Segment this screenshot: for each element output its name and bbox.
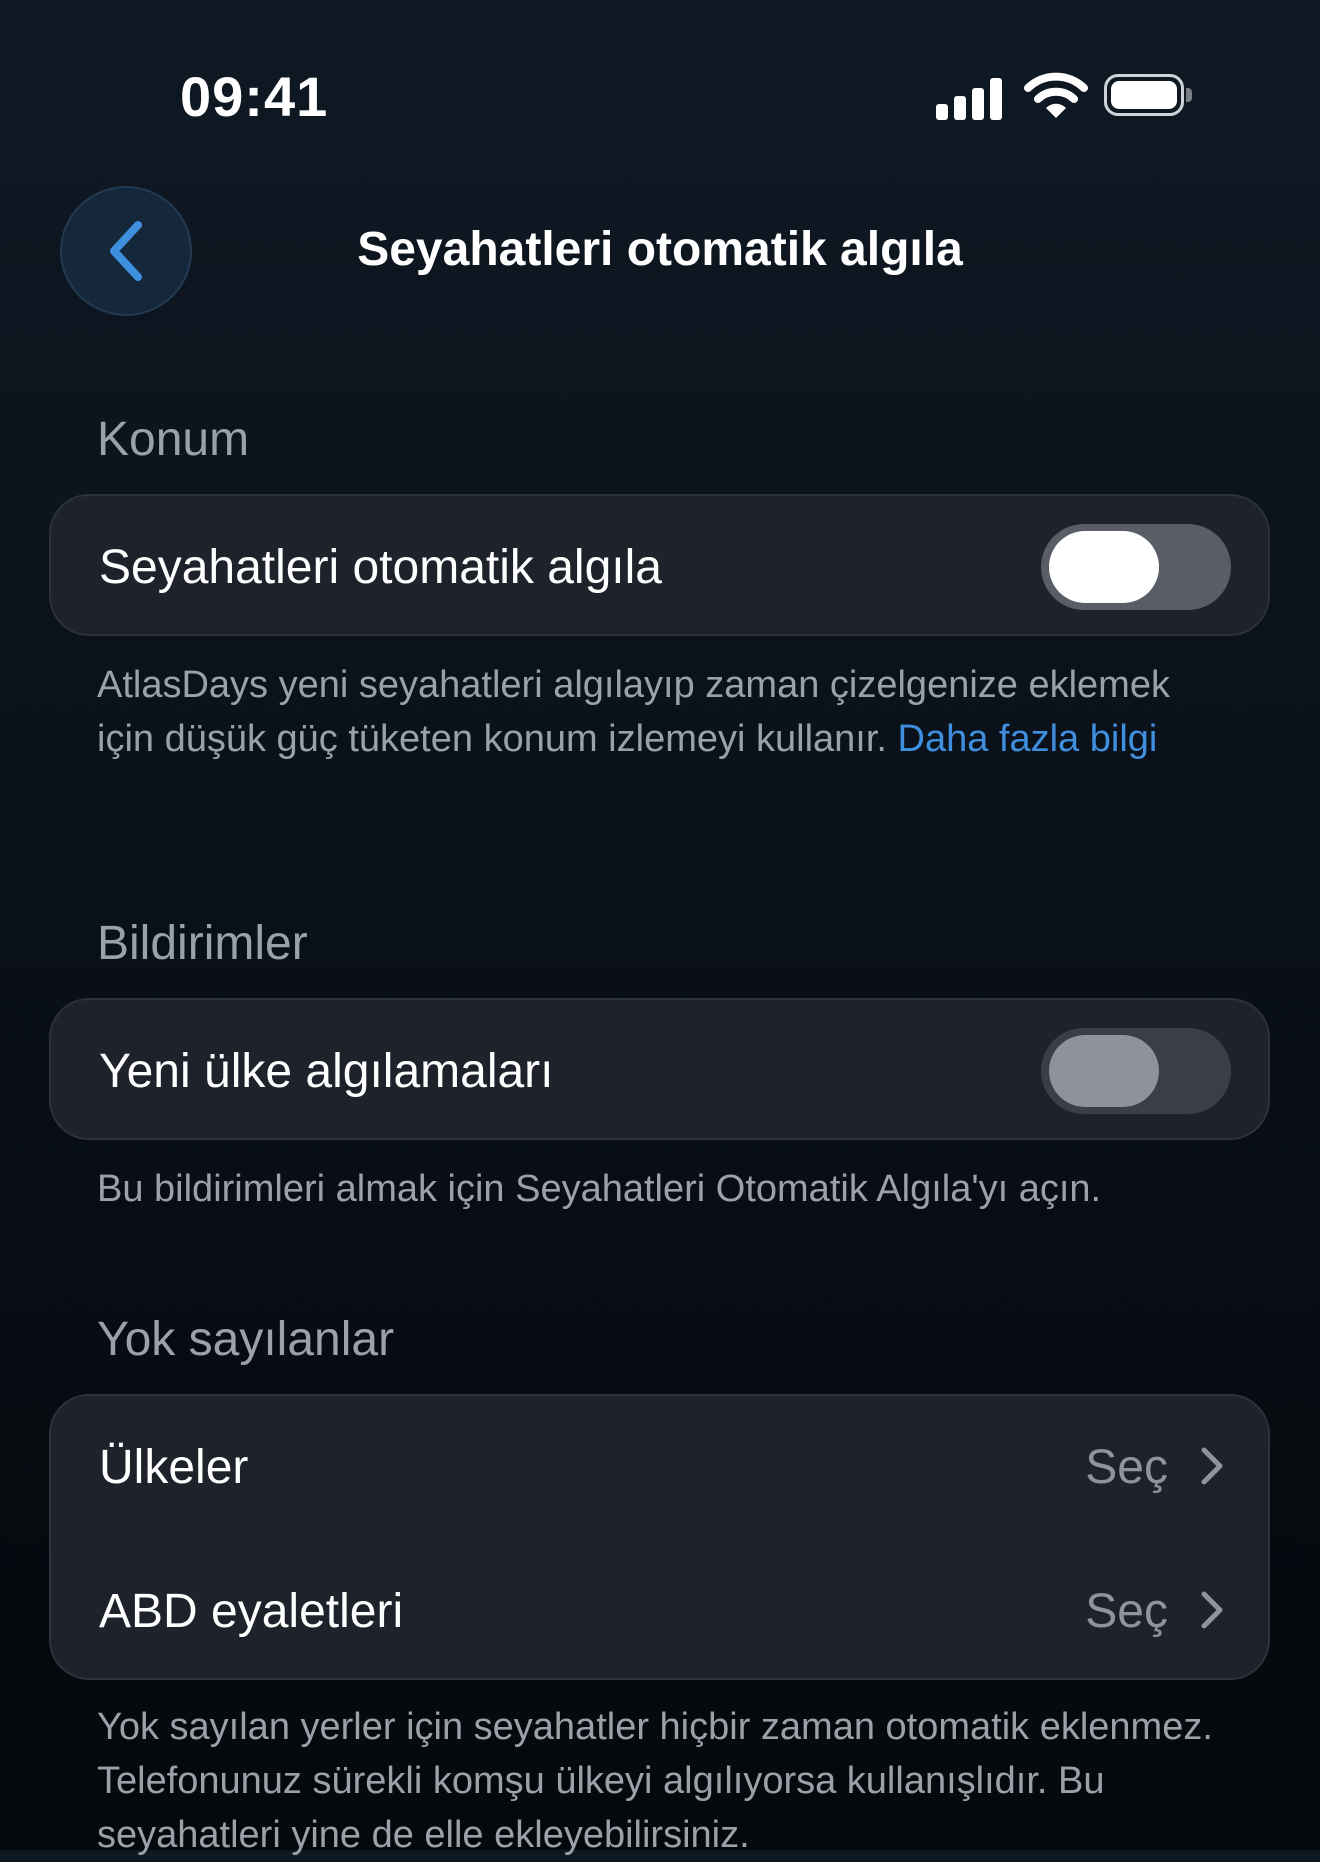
toggle-knob <box>1049 1035 1159 1107</box>
learn-more-link[interactable]: Daha fazla bilgi <box>898 718 1158 760</box>
auto-detect-label: Seyahatleri otomatik algıla <box>99 541 662 594</box>
section-title-excluded: Yok sayılanlar <box>97 1313 395 1366</box>
excluded-countries-row[interactable]: Ülkeler Seç <box>51 1396 1268 1536</box>
chevron-left-icon <box>110 221 142 281</box>
status-time: 09:41 <box>180 65 329 128</box>
chevron-right-icon <box>1201 1591 1223 1629</box>
new-country-label: Yeni ülke algılamaları <box>99 1045 554 1098</box>
us-states-value: Seç <box>1085 1585 1168 1638</box>
excluded-us-states-row[interactable]: ABD eyaletleri Seç <box>51 1540 1268 1680</box>
location-footnote: AtlasDays yeni seyahatleri algılayıp zam… <box>97 658 1237 766</box>
auto-detect-row[interactable]: Seyahatleri otomatik algıla <box>51 496 1268 636</box>
section-title-notifications: Bildirimler <box>97 917 308 970</box>
page-title: Seyahatleri otomatik algıla <box>357 223 963 276</box>
notifications-footnote: Bu bildirimleri almak için Seyahatleri O… <box>97 1168 1102 1210</box>
back-button[interactable] <box>60 186 192 316</box>
auto-detect-toggle[interactable] <box>1041 524 1231 610</box>
new-country-toggle[interactable] <box>1041 1028 1231 1114</box>
excluded-card: Ülkeler Seç ABD eyaletleri Seç <box>49 1394 1270 1680</box>
status-bar: 09:41 <box>0 0 1320 140</box>
wifi-icon <box>1024 72 1088 118</box>
new-country-row[interactable]: Yeni ülke algılamaları <box>51 1000 1268 1140</box>
section-title-location: Konum <box>97 413 250 466</box>
excluded-footnote: Yok sayılan yerler için seyahatler hiçbi… <box>97 1706 1213 1856</box>
chevron-right-icon <box>1201 1447 1223 1485</box>
countries-value: Seç <box>1085 1441 1168 1494</box>
us-states-label: ABD eyaletleri <box>99 1585 404 1638</box>
cellular-signal-icon <box>936 76 1004 120</box>
notifications-card: Yeni ülke algılamaları <box>49 998 1270 1140</box>
battery-icon <box>1104 74 1196 120</box>
countries-label: Ülkeler <box>99 1441 249 1494</box>
location-card: Seyahatleri otomatik algıla <box>49 494 1270 636</box>
toggle-knob <box>1049 531 1159 603</box>
